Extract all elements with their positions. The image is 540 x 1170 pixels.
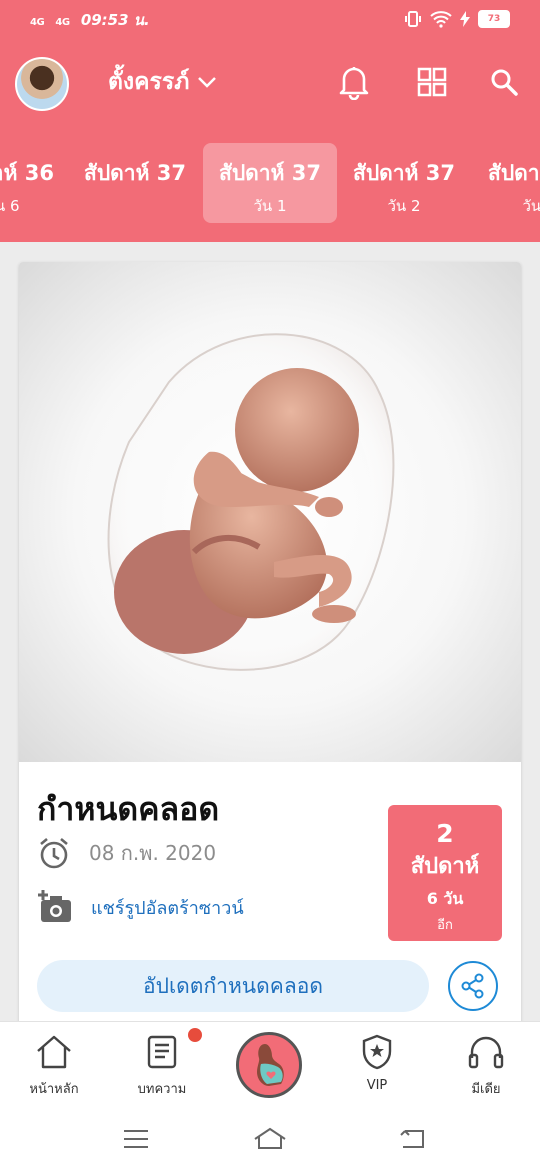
- system-navigation-bar: [0, 1108, 540, 1170]
- charging-icon: [460, 11, 470, 27]
- fetus-illustration: [19, 262, 521, 762]
- notification-dot: [188, 1028, 202, 1042]
- week-tab[interactable]: สัปดาห์ 37 วัน 3: [472, 143, 540, 223]
- signal-1: 4G: [30, 17, 45, 28]
- due-date-value: 08 ก.พ. 2020: [89, 841, 217, 865]
- fetus-image: [107, 333, 395, 671]
- countdown-suffix: อีก: [437, 918, 453, 933]
- notifications-button[interactable]: [334, 62, 374, 102]
- add-photo-icon: [38, 890, 71, 922]
- search-icon: [491, 69, 518, 96]
- alarm-clock-icon: [40, 838, 68, 869]
- headphones-icon: [468, 1036, 504, 1069]
- nav-articles[interactable]: บทความ: [122, 1028, 202, 1099]
- bottom-navigation: หน้าหลัก บทความ VIP มีเดีย: [0, 1021, 540, 1109]
- article-icon: [147, 1035, 177, 1069]
- nav-media[interactable]: มีเดีย: [446, 1034, 526, 1099]
- vibrate-icon: [405, 11, 421, 27]
- countdown-box: 2 สัปดาห์ 6 วัน อีก: [388, 805, 502, 941]
- chevron-down-icon: [198, 77, 217, 88]
- menu-grid-button[interactable]: [412, 62, 452, 102]
- clock: 09:53 น.: [80, 11, 150, 29]
- battery-indicator: 73: [478, 10, 510, 28]
- due-date-row: 08 ก.พ. 2020: [37, 836, 216, 870]
- search-button[interactable]: [484, 62, 524, 102]
- due-date-title: กำหนดคลอด: [37, 790, 220, 828]
- nav-pregnancy[interactable]: [236, 1032, 302, 1098]
- week-selector: สัปดาห์ 36 วัน 6 สัปดาห์ 37 สัปดาห์ 37 ว…: [0, 143, 540, 225]
- grid-icon: [417, 67, 447, 97]
- due-date-card: กำหนดคลอด 08 ก.พ. 2020 แชร์รูปอัลตร้าซาว…: [19, 262, 521, 1032]
- vip-shield-icon: [362, 1034, 392, 1070]
- app-title: ตั้งครรภ์: [108, 69, 190, 95]
- week-tab[interactable]: สัปดาห์ 37: [68, 143, 202, 223]
- back-button[interactable]: [392, 1124, 432, 1154]
- bell-icon: [339, 67, 369, 100]
- countdown-unit: สัปดาห์: [410, 854, 480, 879]
- header: 4G 4G 09:53 น. 73 ตั้งครรภ์ สัปดาห์ 36 ว…: [0, 0, 540, 242]
- update-due-date-button[interactable]: อัปเดตกำหนดคลอด: [37, 960, 429, 1012]
- share-ultrasound-row[interactable]: แชร์รูปอัลตร้าซาวน์: [37, 890, 244, 924]
- share-ultrasound-link[interactable]: แชร์รูปอัลตร้าซาวน์: [91, 893, 244, 922]
- week-tab[interactable]: สัปดาห์ 37 วัน 2: [337, 143, 471, 223]
- status-bar: 4G 4G 09:53 น. 73: [30, 8, 510, 34]
- pregnancy-icon: [257, 1044, 284, 1086]
- avatar[interactable]: [15, 57, 69, 111]
- wifi-icon: [430, 11, 452, 28]
- menu-lines-icon: [124, 1130, 148, 1148]
- app-title-dropdown[interactable]: ตั้งครรภ์: [108, 64, 217, 100]
- nav-home[interactable]: หน้าหลัก: [14, 1034, 94, 1099]
- signal-2: 4G: [55, 17, 70, 28]
- home-system-button[interactable]: [250, 1124, 290, 1154]
- week-tab-selected[interactable]: สัปดาห์ 37 วัน 1: [203, 143, 337, 223]
- countdown-number: 2: [436, 819, 454, 848]
- recent-apps-button[interactable]: [116, 1124, 156, 1154]
- nav-vip[interactable]: VIP: [337, 1034, 417, 1093]
- home-icon: [37, 1035, 71, 1069]
- countdown-days: 6 วัน: [426, 889, 464, 908]
- back-icon: [400, 1130, 424, 1148]
- home-outline-icon: [254, 1127, 286, 1149]
- week-tab[interactable]: สัปดาห์ 36 วัน 6: [0, 143, 70, 223]
- share-button[interactable]: [448, 961, 498, 1011]
- share-icon: [461, 973, 484, 999]
